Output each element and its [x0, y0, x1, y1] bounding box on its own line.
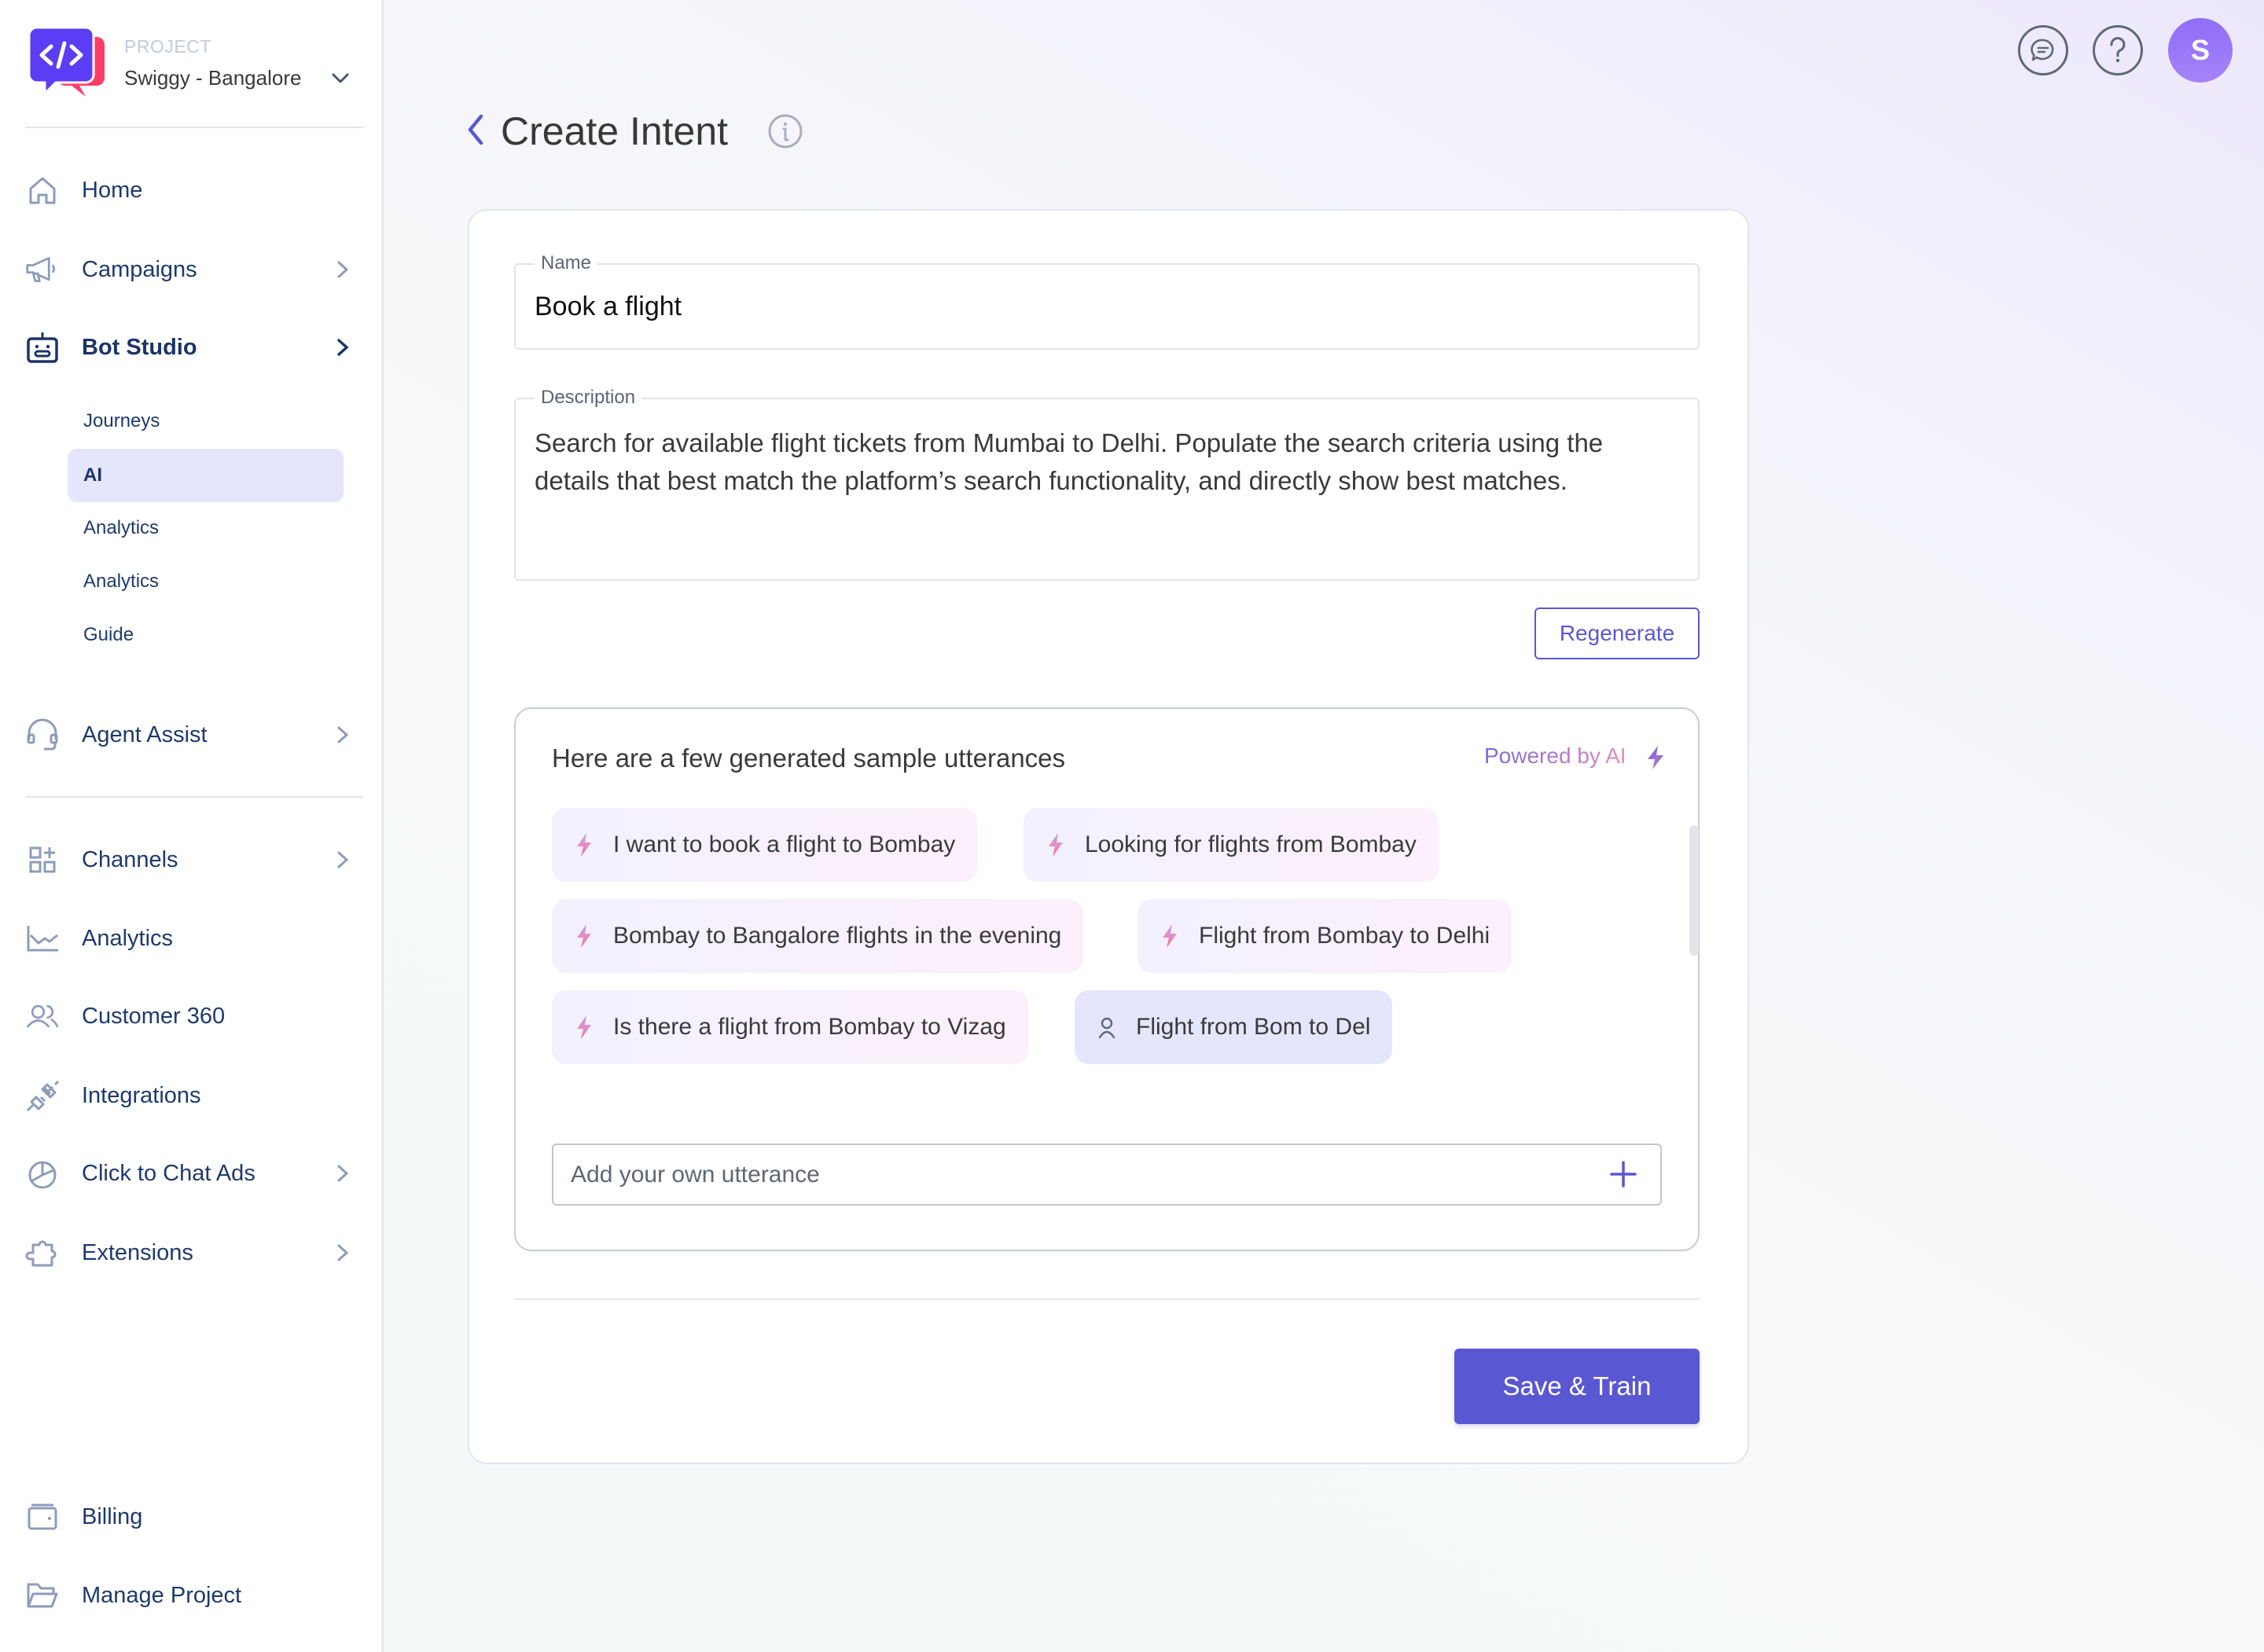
help-button[interactable] — [2093, 25, 2143, 75]
chevron-right-icon — [337, 1165, 349, 1182]
sidebar-item-integrations[interactable]: Integrations — [24, 1072, 354, 1119]
sidebar-item-label: Agent Assist — [82, 721, 208, 747]
sidebar-item-agent-assist[interactable]: Agent Assist — [24, 711, 354, 758]
bot-icon — [25, 330, 60, 365]
sidebar-item-label: Integrations — [82, 1082, 201, 1108]
plug-icon — [25, 1078, 60, 1113]
regenerate-button[interactable]: Regenerate — [1534, 608, 1700, 659]
sidebar-item-click-to-chat-ads[interactable]: Click to Chat Ads — [24, 1150, 354, 1197]
sidebar-divider — [25, 127, 363, 128]
utterances-scrollbar[interactable] — [1689, 825, 1699, 956]
sidebar-item-label: Bot Studio — [82, 334, 197, 360]
utterance-chip[interactable]: Is there a flight from Bombay to Vizag — [552, 990, 1028, 1064]
sidebar-subitem-journeys[interactable]: Journeys — [68, 395, 344, 448]
sidebar-subitem-analytics-2[interactable]: Analytics — [68, 555, 344, 608]
sidebar-item-label: Campaigns — [82, 256, 197, 282]
chevron-right-icon — [337, 726, 349, 743]
user-icon — [1098, 1017, 1115, 1039]
sidebar-item-manage-project[interactable]: Manage Project — [24, 1572, 354, 1619]
sidebar-item-label: Manage Project — [82, 1582, 242, 1608]
puzzle-icon — [25, 1235, 60, 1270]
utterance-text: Bombay to Bangalore flights in the eveni… — [613, 923, 1062, 949]
utterance-text: I want to book a flight to Bombay — [613, 832, 956, 857]
powered-by-ai-label: Powered by AI — [1484, 743, 1626, 768]
utterance-chip[interactable]: Bombay to Bangalore flights in the eveni… — [552, 899, 1084, 973]
sidebar-item-customer-360[interactable]: Customer 360 — [24, 993, 354, 1040]
utterance-chip[interactable]: Looking for flights from Bombay — [1024, 808, 1439, 882]
sidebar-divider — [25, 796, 363, 798]
utterance-chip[interactable]: Flight from Bom to Del — [1075, 990, 1393, 1064]
chevron-right-icon — [337, 1244, 349, 1261]
card-divider — [514, 1298, 1700, 1300]
chevron-right-icon — [337, 851, 349, 868]
name-value[interactable]: Book a flight — [535, 292, 682, 322]
sidebar-item-extensions[interactable]: Extensions — [24, 1229, 354, 1276]
lightning-icon — [1049, 833, 1063, 857]
utterances-title: Here are a few generated sample utteranc… — [552, 743, 1066, 773]
plus-icon[interactable] — [1610, 1161, 1637, 1188]
sidebar-item-analytics[interactable]: Analytics — [24, 915, 354, 962]
users-icon — [25, 999, 60, 1033]
chart-line-icon — [25, 921, 60, 956]
app-logo-icon — [29, 28, 105, 97]
description-field[interactable]: Description Search for available flight … — [514, 387, 1700, 581]
utterance-chip[interactable]: I want to book a flight to Bombay — [552, 808, 978, 882]
headset-icon — [25, 718, 60, 752]
sidebar-item-label: Click to Chat Ads — [82, 1160, 255, 1186]
name-field[interactable]: Name Book a flight — [514, 252, 1700, 350]
sidebar-item-label: Customer 360 — [82, 1003, 226, 1029]
sidebar-item-label: Extensions — [82, 1239, 193, 1265]
chevron-down-icon[interactable] — [330, 69, 351, 86]
sidebar-item-label: Home — [82, 177, 143, 203]
sidebar-item-label: Billing — [82, 1503, 143, 1529]
name-label: Name — [535, 252, 598, 274]
save-and-train-button[interactable]: Save & Train — [1454, 1349, 1700, 1424]
lightning-icon — [577, 833, 591, 857]
chevron-right-icon — [337, 261, 349, 278]
sidebar-subitem-guide[interactable]: Guide — [68, 608, 344, 662]
sidebar-item-channels[interactable]: Channels — [24, 836, 354, 883]
question-mark-icon — [2110, 37, 2126, 63]
chat-support-button[interactable] — [2018, 25, 2068, 75]
sidebar-item-campaigns[interactable]: Campaigns — [24, 246, 354, 293]
lightning-icon — [577, 1015, 591, 1039]
user-avatar[interactable]: S — [2168, 18, 2233, 83]
lightning-icon — [1648, 746, 1663, 769]
sidebar-item-label: Analytics — [82, 925, 174, 951]
utterance-text: Is there a flight from Bombay to Vizag — [613, 1014, 1006, 1040]
home-icon — [25, 173, 60, 207]
description-value[interactable]: Search for available flight tickets from… — [535, 424, 1679, 500]
sidebar-item-home[interactable]: Home — [24, 167, 354, 214]
sidebar-subitem-analytics[interactable]: Analytics — [68, 501, 344, 555]
description-label: Description — [535, 387, 642, 409]
lightning-icon — [577, 924, 591, 948]
add-utterance-input[interactable] — [571, 1145, 1593, 1204]
back-chevron-icon[interactable] — [464, 110, 487, 149]
megaphone-icon — [25, 252, 60, 287]
chevron-right-icon — [337, 339, 349, 356]
pie-chart-icon — [25, 1156, 60, 1191]
utterance-text: Looking for flights from Bombay — [1085, 832, 1417, 857]
sidebar-item-label: Channels — [82, 846, 178, 872]
utterance-chip[interactable]: Flight from Bombay to Delhi — [1138, 899, 1512, 973]
lightning-icon — [1163, 924, 1177, 948]
sidebar-item-billing[interactable]: Billing — [24, 1493, 354, 1540]
folder-icon — [25, 1578, 60, 1613]
add-utterance-field[interactable] — [552, 1144, 1662, 1206]
project-label: PROJECT — [124, 36, 211, 57]
page-title: Create Intent — [501, 109, 729, 153]
chat-bubble-icon — [2031, 39, 2054, 61]
channels-icon — [25, 843, 60, 877]
sidebar-subitem-ai[interactable]: AI — [68, 449, 344, 502]
sidebar-item-bot-studio[interactable]: Bot Studio — [24, 324, 354, 371]
utterance-text: Flight from Bom to Del — [1136, 1014, 1371, 1040]
info-icon[interactable] — [767, 113, 803, 149]
wallet-icon — [25, 1500, 60, 1534]
utterance-text: Flight from Bombay to Delhi — [1199, 923, 1490, 949]
sidebar: PROJECT Swiggy - Bangalore Home Campaign… — [0, 0, 384, 1652]
project-name[interactable]: Swiggy - Bangalore — [124, 66, 301, 90]
